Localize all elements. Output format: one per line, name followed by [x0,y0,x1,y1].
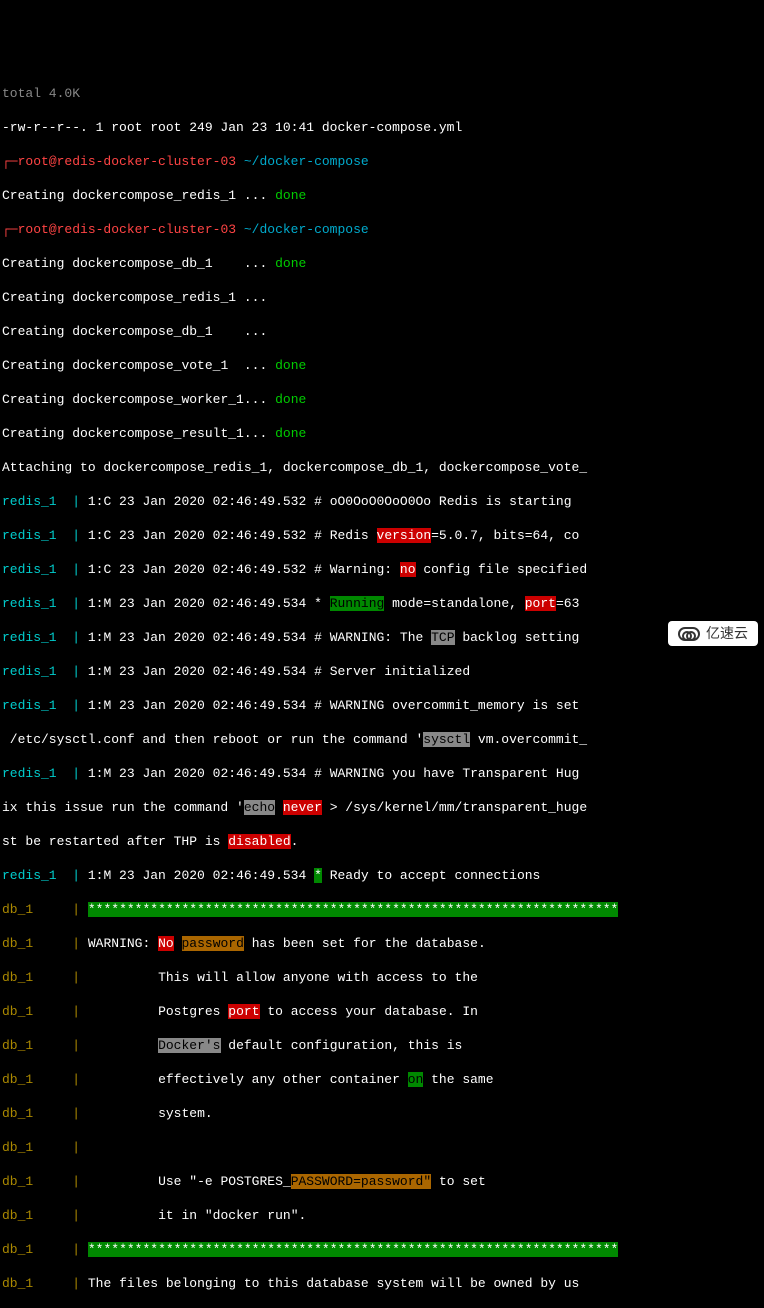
db-warn-8: db_1 | Use "-e POSTGRES_PASSWORD=passwor… [2,1173,762,1190]
prompt-1: ┌─root@redis-docker-cluster-03 ~/docker-… [2,153,762,170]
creating-db-2: Creating dockercompose_db_1 ... [2,323,762,340]
creating-redis-2: Creating dockercompose_redis_1 ... [2,289,762,306]
db-warn-5: db_1 | effectively any other container o… [2,1071,762,1088]
db-warn-4: db_1 | Docker's default configuration, t… [2,1037,762,1054]
db-warn-2: db_1 | This will allow anyone with acces… [2,969,762,986]
redis-log-1: redis_1 | 1:C 23 Jan 2020 02:46:49.532 #… [2,493,762,510]
redis-log-7: redis_1 | 1:M 23 Jan 2020 02:46:49.534 #… [2,697,762,714]
redis-ready: redis_1 | 1:M 23 Jan 2020 02:46:49.534 *… [2,867,762,884]
creating-db-1: Creating dockercompose_db_1 ... done [2,255,762,272]
creating-result: Creating dockercompose_result_1... done [2,425,762,442]
db-warn-6: db_1 | system. [2,1105,762,1122]
db-warn-3: db_1 | Postgres port to access your data… [2,1003,762,1020]
terminal-output: total 4.0K -rw-r--r--. 1 root root 249 J… [2,68,762,1308]
prompt-2: ┌─root@redis-docker-cluster-03 ~/docker-… [2,221,762,238]
ls-line: -rw-r--r--. 1 root root 249 Jan 23 10:41… [2,119,762,136]
db-tail-1: db_1 | The files belonging to this datab… [2,1275,762,1292]
watermark-text: 亿速云 [706,625,748,642]
echo-line: ix this issue run the command 'echo neve… [2,799,762,816]
db-stars-1: db_1 | *********************************… [2,901,762,918]
db-warn-1: db_1 | WARNING: No password has been set… [2,935,762,952]
creating-redis-1: Creating dockercompose_redis_1 ... done [2,187,762,204]
watermark: 亿速云 [668,621,758,646]
redis-log-8: redis_1 | 1:M 23 Jan 2020 02:46:49.534 #… [2,765,762,782]
thp-line: st be restarted after THP is disabled. [2,833,762,850]
attach-line: Attaching to dockercompose_redis_1, dock… [2,459,762,476]
sysctl-line: /etc/sysctl.conf and then reboot or run … [2,731,762,748]
db-warn-9: db_1 | it in "docker run". [2,1207,762,1224]
redis-log-4: redis_1 | 1:M 23 Jan 2020 02:46:49.534 *… [2,595,762,612]
creating-vote: Creating dockercompose_vote_1 ... done [2,357,762,374]
total-line: total 4.0K [2,85,762,102]
redis-log-6: redis_1 | 1:M 23 Jan 2020 02:46:49.534 #… [2,663,762,680]
creating-worker: Creating dockercompose_worker_1... done [2,391,762,408]
db-stars-2: db_1 | *********************************… [2,1241,762,1258]
redis-log-5: redis_1 | 1:M 23 Jan 2020 02:46:49.534 #… [2,629,762,646]
db-blank: db_1 | [2,1139,762,1156]
redis-log-3: redis_1 | 1:C 23 Jan 2020 02:46:49.532 #… [2,561,762,578]
redis-log-2: redis_1 | 1:C 23 Jan 2020 02:46:49.532 #… [2,527,762,544]
cloud-icon [678,627,700,641]
